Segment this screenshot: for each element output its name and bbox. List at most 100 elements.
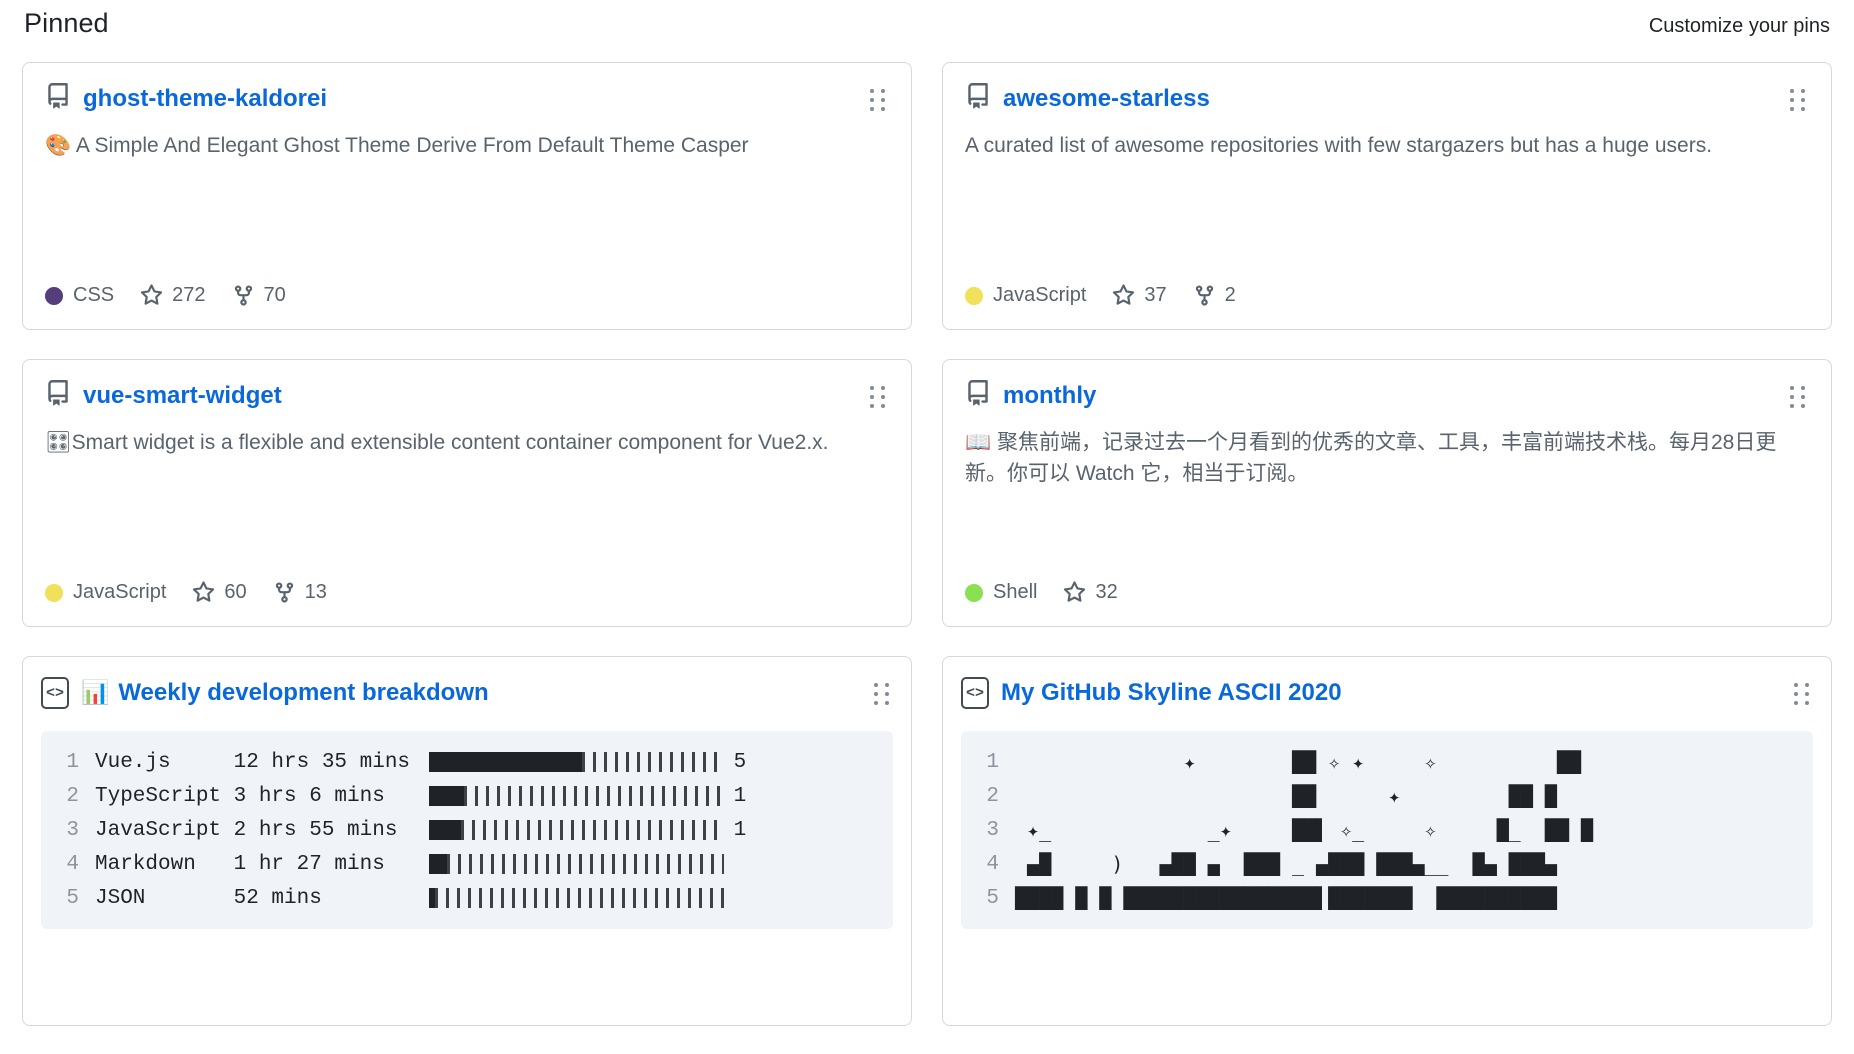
card-header: vue-smart-widget: [45, 380, 889, 411]
code-line: 3 JavaScript 2 hrs 55 mins 1: [41, 813, 893, 847]
breakdown-progress-bar: [428, 786, 724, 806]
repo-name-link[interactable]: monthly: [1003, 382, 1096, 410]
drag-handle-icon[interactable]: [867, 384, 889, 410]
forks-link[interactable]: 13: [273, 581, 327, 604]
code-line: 1 ✦ ██ ✧ ✦ ✧ ██: [961, 745, 1813, 779]
gist-title-text: Weekly development breakdown: [118, 679, 489, 706]
drag-handle-icon[interactable]: [1787, 87, 1809, 113]
breakdown-row: JSON 52 mins: [95, 887, 734, 910]
line-number: 1: [986, 750, 999, 774]
progress-bar-track: [581, 752, 724, 772]
card-title-group: ghost-theme-kaldorei: [45, 83, 857, 114]
language-indicator: JavaScript: [965, 284, 1086, 307]
progress-bar-fill: [428, 786, 464, 806]
star-count: 32: [1095, 581, 1118, 603]
gist-title-text: My GitHub Skyline ASCII 2020: [1001, 679, 1342, 706]
description-emoji: 🎛: [45, 431, 72, 454]
stargazers-link[interactable]: 37: [1112, 284, 1167, 307]
repo-description: A curated list of awesome repositories w…: [965, 130, 1809, 161]
repo-name-link[interactable]: awesome-starless: [1003, 85, 1210, 113]
breakdown-progress-bar: [428, 752, 724, 772]
gist-name-link[interactable]: 📊 Weekly development breakdown: [81, 679, 489, 707]
description-text: A curated list of awesome repositories w…: [965, 134, 1713, 157]
ascii-art-row: ██ ✦ ██ █: [1015, 784, 1557, 808]
language-color-dot: [45, 286, 63, 305]
description-text: 聚焦前端，记录过去一个月看到的优秀的文章、工具，丰富前端技术栈。每月28日更新。…: [965, 431, 1777, 486]
gist-name-link[interactable]: My GitHub Skyline ASCII 2020: [1001, 679, 1342, 707]
breakdown-language: Markdown: [95, 852, 196, 876]
card-header: ghost-theme-kaldorei: [45, 83, 889, 114]
progress-bar-track: [460, 820, 724, 840]
pinned-section: Pinned Customize your pins ghost-theme-k…: [0, 0, 1854, 1026]
pinned-gist-card[interactable]: <> My GitHub Skyline ASCII 2020 1 ✦ ██ ✧ ✦…: [942, 656, 1832, 1026]
language-name: JavaScript: [73, 581, 167, 603]
fork-count: 2: [1224, 284, 1236, 306]
star-count: 37: [1144, 284, 1167, 306]
customize-pins-link[interactable]: Customize your pins: [1649, 15, 1830, 38]
stargazers-link[interactable]: 272: [140, 284, 206, 307]
fork-count: 13: [304, 581, 327, 603]
line-number: 3: [66, 818, 79, 842]
line-number: 2: [66, 784, 79, 808]
code-line: 1 Vue.js 12 hrs 35 mins 5: [41, 745, 893, 779]
star-count: 272: [172, 284, 206, 306]
drag-handle-icon[interactable]: [1787, 384, 1809, 410]
repo-icon: [965, 83, 991, 114]
description-text: A Simple And Elegant Ghost Theme Derive …: [71, 134, 749, 157]
breakdown-percent: 1: [733, 784, 747, 808]
card-title-group: vue-smart-widget: [45, 380, 857, 411]
ascii-art-row: ✦_ _✦ ██▌ ✧_ ✧ █_ ██ █: [1015, 818, 1593, 842]
pinned-header: Pinned Customize your pins: [22, 8, 1832, 52]
language-name: CSS: [73, 284, 115, 306]
pinned-grid: ghost-theme-kaldorei 🎨 A Simple And Elega…: [22, 62, 1832, 1026]
progress-bar-fill: [428, 854, 447, 874]
code-line: 4 ▄█ ) ▄██ ▄ ███ _ ▄███ ███▄__ █▄ ███▄: [961, 847, 1813, 881]
repo-icon: [965, 380, 991, 411]
breakdown-row: TypeScript 3 hrs 6 mins 1: [95, 785, 746, 808]
breakdown-duration: 12 hrs 35 mins: [233, 750, 411, 774]
stargazers-link[interactable]: 32: [1063, 581, 1118, 604]
line-number: 4: [66, 852, 79, 876]
language-indicator: Shell: [965, 581, 1037, 604]
description-text: Smart widget is a flexible and extensibl…: [71, 431, 829, 454]
drag-handle-icon[interactable]: [871, 681, 893, 707]
card-header: <> My GitHub Skyline ASCII 2020: [961, 677, 1813, 709]
breakdown-progress-bar: [428, 854, 724, 874]
code-icon: <>: [961, 677, 989, 709]
card-title-group: <> My GitHub Skyline ASCII 2020: [961, 677, 1781, 709]
code-line: 3 ✦_ _✦ ██▌ ✧_ ✧ █_ ██ █: [961, 813, 1813, 847]
gist-code-block: 1 Vue.js 12 hrs 35 mins 5 2 TypeScript 3 hrs 6…: [41, 731, 893, 929]
language-indicator: CSS: [45, 284, 114, 307]
star-count: 60: [224, 581, 247, 603]
pinned-repo-card[interactable]: awesome-starless A curated list of awesom…: [942, 62, 1832, 330]
language-color-dot: [965, 286, 983, 305]
fork-count: 70: [263, 284, 286, 306]
repo-description: 🎨 A Simple And Elegant Ghost Theme Deriv…: [45, 130, 889, 161]
forks-link[interactable]: 70: [232, 284, 286, 307]
pinned-gist-card[interactable]: <> 📊 Weekly development breakdown 1 Vue.js 1…: [22, 656, 912, 1026]
description-emoji: 📖: [965, 431, 992, 454]
breakdown-duration: 2 hrs 55 mins: [233, 818, 398, 842]
ascii-art-row: ✦ ██ ✧ ✦ ✧ ██: [1015, 750, 1581, 774]
line-number: 1: [66, 750, 79, 774]
ascii-art-row: ████ █ █ ████████████████▌███████ ██████…: [1015, 886, 1557, 910]
pinned-repo-card[interactable]: vue-smart-widget 🎛Smart widget is a flexi…: [22, 359, 912, 627]
repo-name-link[interactable]: vue-smart-widget: [83, 382, 282, 410]
drag-handle-icon[interactable]: [867, 87, 889, 113]
card-title-group: monthly: [965, 380, 1777, 411]
stargazers-link[interactable]: 60: [192, 581, 247, 604]
drag-handle-icon[interactable]: [1791, 681, 1813, 707]
pinned-repo-card[interactable]: ghost-theme-kaldorei 🎨 A Simple And Elega…: [22, 62, 912, 330]
progress-bar-fill: [428, 820, 461, 840]
repo-name-link[interactable]: ghost-theme-kaldorei: [83, 85, 327, 113]
progress-bar-track: [463, 786, 724, 806]
code-icon: <>: [41, 677, 69, 709]
language-name: JavaScript: [993, 284, 1087, 306]
repo-icon: [45, 83, 71, 114]
forks-link[interactable]: 2: [1193, 284, 1236, 307]
repo-description: 🎛Smart widget is a flexible and extensib…: [45, 427, 889, 458]
pinned-repo-card[interactable]: monthly 📖 聚焦前端，记录过去一个月看到的优秀的文章、工具，丰富前端技术栈…: [942, 359, 1832, 627]
repo-meta: Shell 32: [965, 555, 1809, 604]
breakdown-duration: 52 mins: [233, 886, 322, 910]
breakdown-language: JSON: [95, 886, 146, 910]
